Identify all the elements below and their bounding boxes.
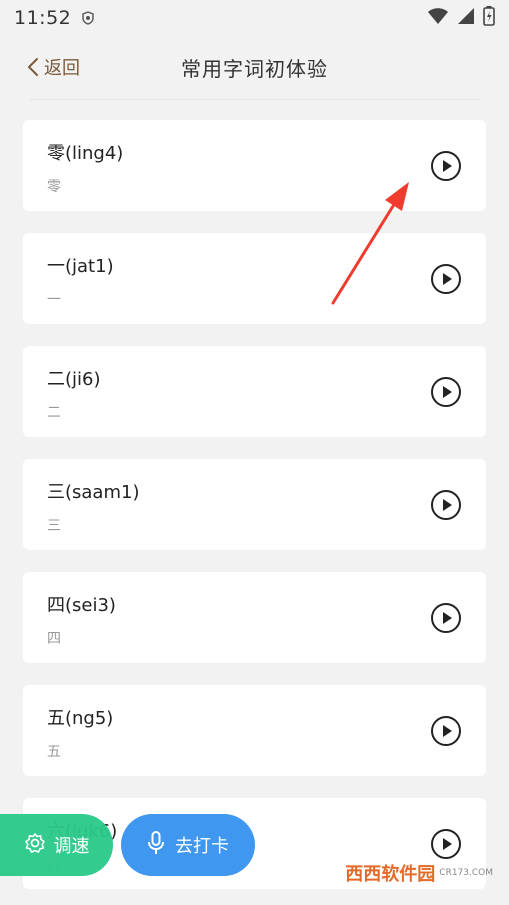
- status-icons: [427, 6, 495, 30]
- wifi-icon: [427, 7, 449, 29]
- play-icon[interactable]: [430, 150, 462, 182]
- play-icon[interactable]: [430, 828, 462, 860]
- play-icon[interactable]: [430, 489, 462, 521]
- item-title: 三(saam1): [47, 482, 140, 503]
- battery-icon: [483, 6, 495, 30]
- play-icon[interactable]: [430, 602, 462, 634]
- item-title: 二(ji6): [47, 369, 101, 390]
- gear-icon: [24, 832, 46, 859]
- list-item[interactable]: 五(ng5) 五: [23, 685, 486, 776]
- checkin-button[interactable]: 去打卡: [121, 814, 255, 876]
- item-subtitle: 五: [47, 744, 61, 760]
- item-subtitle: 零: [47, 179, 61, 195]
- signal-icon: [457, 7, 475, 29]
- page-title: 常用字词初体验: [181, 57, 328, 81]
- play-icon[interactable]: [430, 263, 462, 295]
- microphone-icon: [147, 830, 165, 860]
- nav-bar: 返回 常用字词初体验: [0, 36, 509, 100]
- item-subtitle: 二: [47, 405, 61, 421]
- list-item[interactable]: 零(ling4) 零: [23, 120, 486, 211]
- checkin-label: 去打卡: [175, 836, 229, 857]
- play-icon[interactable]: [430, 715, 462, 747]
- speed-label: 调速: [53, 836, 90, 857]
- list-item[interactable]: 二(ji6) 二: [23, 346, 486, 437]
- status-time: 11:52: [14, 7, 72, 29]
- list-item[interactable]: 四(sei3) 四: [23, 572, 486, 663]
- nav-divider: [30, 99, 480, 100]
- status-bar: 11:52: [0, 0, 509, 36]
- item-title: 五(ng5): [47, 708, 114, 729]
- watermark-logo: 西西软件园 CR173.COM: [345, 860, 493, 886]
- watermark-text: 西西软件园: [345, 864, 436, 885]
- item-title: 四(sei3): [47, 595, 116, 616]
- item-subtitle: 三: [47, 518, 61, 534]
- list-item[interactable]: 一(jat1) 一: [23, 233, 486, 324]
- item-subtitle: 一: [47, 292, 61, 308]
- item-title: 一(jat1): [47, 256, 114, 277]
- shield-icon: [81, 11, 95, 25]
- item-title: 零(ling4): [47, 143, 124, 164]
- watermark-subtext: CR173.COM: [439, 868, 493, 878]
- speed-button[interactable]: 调速: [0, 814, 113, 876]
- play-icon[interactable]: [430, 376, 462, 408]
- list-item[interactable]: 三(saam1) 三: [23, 459, 486, 550]
- item-subtitle: 四: [47, 631, 61, 647]
